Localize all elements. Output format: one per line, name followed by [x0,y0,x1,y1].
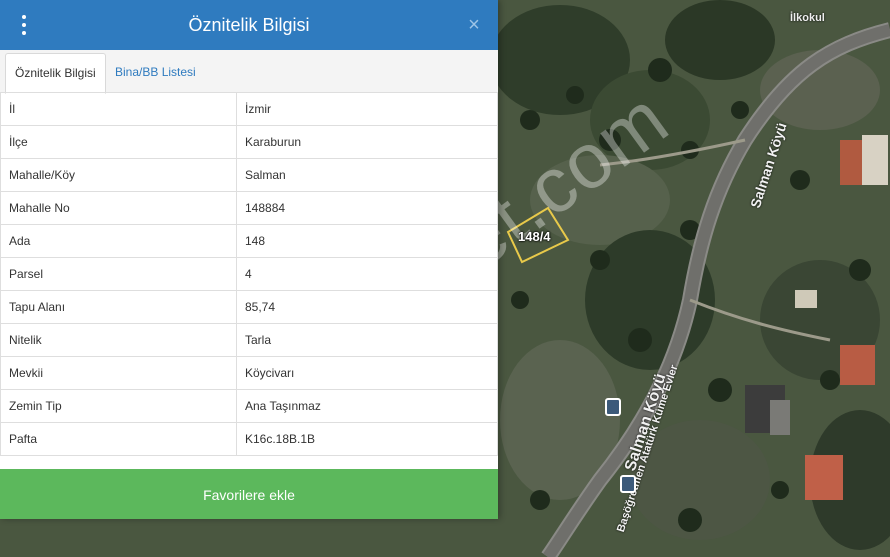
table-row: Pafta K16c.18B.1B [0,422,498,456]
attribute-key: Ada [0,224,237,258]
parcel-label: 148/4 [518,229,551,244]
table-row: Zemin Tip Ana Taşınmaz [0,389,498,423]
table-row: Mevkii Köyciv­arı [0,356,498,390]
attribute-value: Ana Taşınmaz [236,389,498,423]
attribute-value: K16c.18B.1B [236,422,498,456]
attribute-value: 4 [236,257,498,291]
attribute-value: Karaburun [236,125,498,159]
table-row: Tapu Alanı 85,74 [0,290,498,324]
attribute-key: Mahalle No [0,191,237,225]
table-row: İlçe Karaburun [0,125,498,159]
table-row: Mahalle/Köy Salman [0,158,498,192]
attribute-key: Zemin Tip [0,389,237,423]
attribute-value: Salman [236,158,498,192]
attribute-key: Pafta [0,422,237,456]
close-icon[interactable]: × [462,12,486,38]
tab-building-list[interactable]: Bina/BB Listesi [106,53,205,92]
attribute-key: Mahalle/Köy [0,158,237,192]
panel-header: Öznitelik Bilgisi × [0,0,498,50]
bus-stop-icon[interactable] [620,475,636,493]
attribute-key: Parsel [0,257,237,291]
tab-bar: Öznitelik Bilgisi Bina/BB Listesi [0,50,498,94]
attribute-table: İl İzmir İlçe Karaburun Mahalle/Köy Salman … [0,92,498,456]
table-row: Ada 148 [0,224,498,258]
bus-stop-icon[interactable] [605,398,621,416]
attribute-key: Tapu Alanı [0,290,237,324]
attribute-key: Mevkii [0,356,237,390]
poi-label: İlkokul [790,12,825,24]
add-favorite-button[interactable]: Favorilere ekle [0,469,498,519]
attribute-value: İzmir [236,92,498,126]
attribute-value: 148 [236,224,498,258]
attribute-key: İlçe [0,125,237,159]
attribute-value: Köyciv­arı [236,356,498,390]
table-row: Mahalle No 148884 [0,191,498,225]
table-row: Parsel 4 [0,257,498,291]
attribute-key: Nitelik [0,323,237,357]
table-row: İl İzmir [0,92,498,126]
attribute-panel: Öznitelik Bilgisi × Öznitelik Bilgisi Bi… [0,0,498,519]
attribute-value: Tarla [236,323,498,357]
tab-attributes[interactable]: Öznitelik Bilgisi [5,53,106,94]
attribute-value: 85,74 [236,290,498,324]
attribute-value: 148884 [236,191,498,225]
panel-title: Öznitelik Bilgisi [188,15,310,35]
table-row: Nitelik Tarla [0,323,498,357]
attribute-key: İl [0,92,237,126]
